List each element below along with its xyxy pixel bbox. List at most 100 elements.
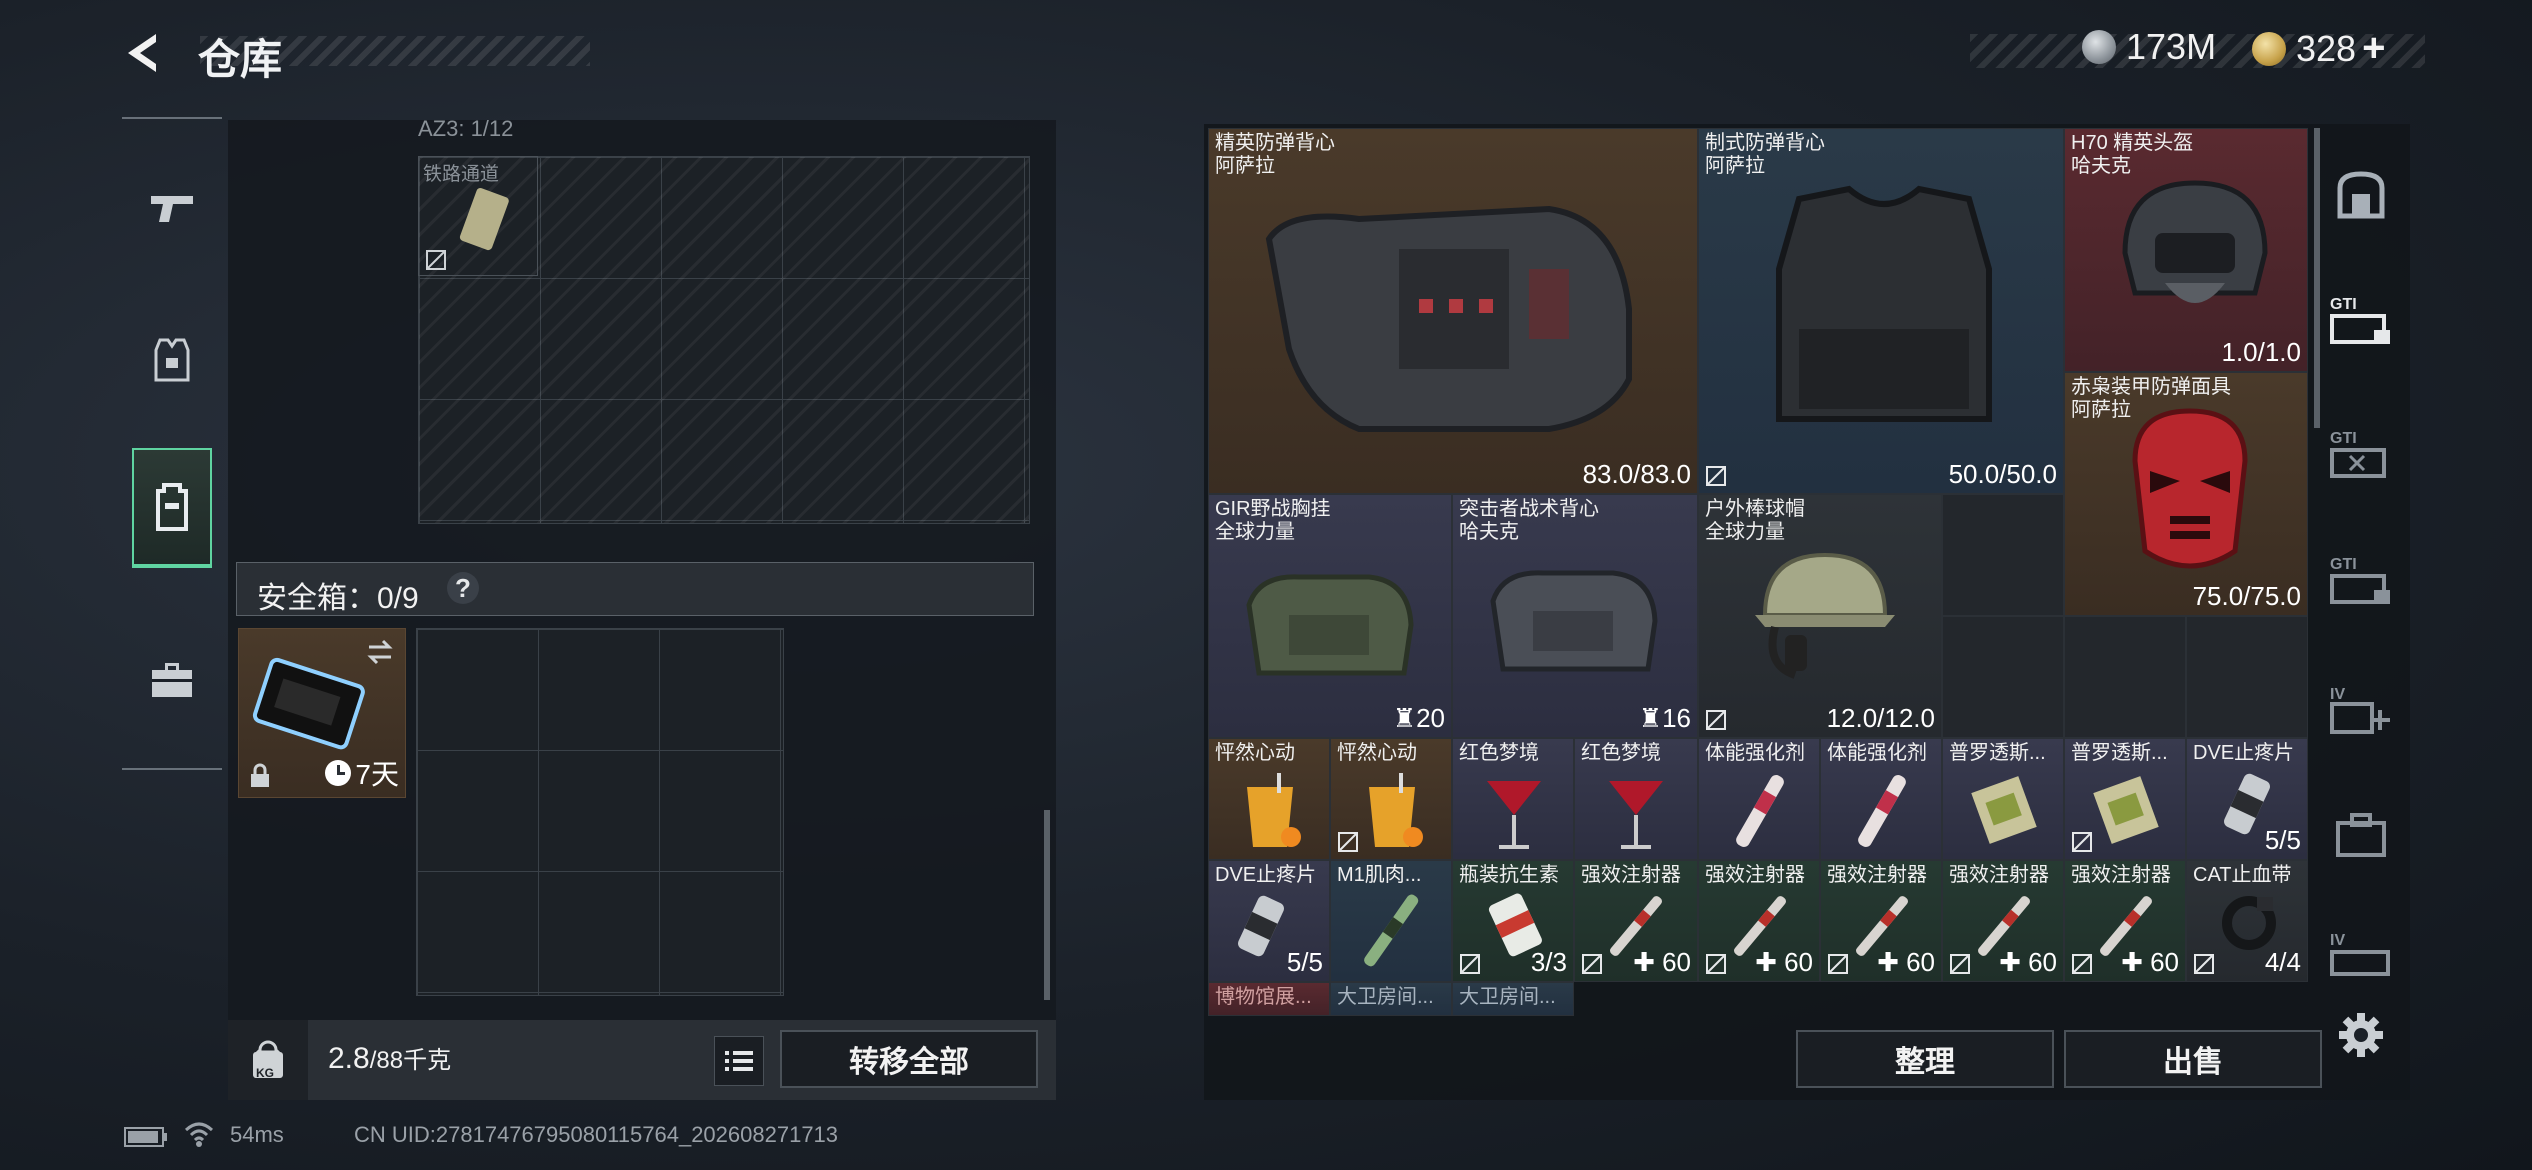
stash-item[interactable]: 普罗透斯... xyxy=(1942,738,2064,860)
case-icon xyxy=(2336,813,2386,857)
stash-item[interactable]: GIR野战胸挂 全球力量 ♜20 xyxy=(1208,494,1452,738)
left-panel-scrollbar[interactable] xyxy=(1044,810,1050,1000)
ping-readout: 54ms xyxy=(230,1122,284,1147)
empty-slot[interactable] xyxy=(2186,616,2308,738)
currency-coins: 173M xyxy=(2082,26,2216,68)
transfer-all-button[interactable]: 转移全部 xyxy=(780,1030,1038,1088)
item-name: 怦然心动 xyxy=(1337,742,1417,764)
currency-premium-value: 328 xyxy=(2296,27,2357,69)
back-arrow-icon xyxy=(128,34,156,72)
rail-medical-storage[interactable]: IV xyxy=(2326,676,2396,746)
clock-icon xyxy=(325,760,352,786)
stash-item[interactable]: CAT止血带 4/4 xyxy=(2186,860,2308,982)
stash-item[interactable]: 强效注射器 ✚ 60 xyxy=(1574,860,1698,982)
item-heal: ✚ 60 xyxy=(2121,947,2179,977)
no-save-icon xyxy=(2194,954,2214,974)
stash-item[interactable]: 瓶装抗生素 3/3 xyxy=(1452,860,1574,982)
stash-item[interactable]: 大卫房间... xyxy=(1452,982,1574,1016)
stash-item[interactable]: 博物馆展... xyxy=(1208,982,1330,1016)
empty-slot[interactable] xyxy=(1942,616,2064,738)
rail-case-storage[interactable] xyxy=(2326,800,2396,870)
item-name: 突击者战术背心 哈夫克 xyxy=(1459,498,1599,543)
stash-item[interactable]: 强效注射器 ✚ 60 xyxy=(2064,860,2186,982)
item-durability: 1.0/1.0 xyxy=(2221,337,2301,367)
stash-item[interactable]: 体能强化剂 xyxy=(1698,738,1820,860)
page-title: 仓库 xyxy=(198,36,283,83)
no-save-icon xyxy=(1706,954,1726,974)
stash-item[interactable]: DVE止疼片 5/5 xyxy=(1208,860,1330,982)
rail-briefcase[interactable] xyxy=(132,620,212,740)
armored-mask-icon xyxy=(2132,408,2248,569)
list-view-button[interactable] xyxy=(714,1036,764,1086)
stash-item[interactable]: DVE止疼片 5/5 xyxy=(2186,738,2308,860)
rail-storage-1[interactable]: GTI xyxy=(2326,286,2396,356)
rail-storage-4[interactable]: IV xyxy=(2326,920,2396,990)
rail-stash-tab[interactable] xyxy=(2326,160,2396,230)
stash-item[interactable]: 体能强化剂 xyxy=(1820,738,1942,860)
rail-storage-2[interactable]: GTI xyxy=(2326,420,2396,490)
container-item-slot[interactable]: 铁路通道 xyxy=(418,156,538,276)
stash-item[interactable]: 精英防弹背心 阿萨拉 83.0/83.0 xyxy=(1208,128,1698,494)
item-capacity: ♜16 xyxy=(1638,703,1691,733)
no-save-icon xyxy=(2072,954,2092,974)
stash-item[interactable]: 普罗透斯... xyxy=(2064,738,2186,860)
safebox-grid[interactable] xyxy=(416,628,784,996)
item-name: 红色梦境 xyxy=(1459,742,1539,764)
stash-item[interactable]: 强效注射器 ✚ 60 xyxy=(1698,860,1820,982)
item-count: 4/4 xyxy=(2264,947,2301,977)
rail-storage-3[interactable]: GTI xyxy=(2326,546,2396,616)
stash-item[interactable]: 红色梦境 xyxy=(1574,738,1698,860)
chest-rig-icon xyxy=(1246,574,1414,676)
stash-item[interactable]: 怦然心动 xyxy=(1208,738,1330,860)
stash-item[interactable]: H70 精英头盔 哈夫克 1.0/1.0 xyxy=(2064,128,2308,372)
stash-scrollbar[interactable] xyxy=(2314,128,2320,428)
currency-coins-value: 173M xyxy=(2126,26,2217,67)
rail-weapons[interactable] xyxy=(132,150,212,270)
stash-item[interactable]: 强效注射器 ✚ 60 xyxy=(1942,860,2064,982)
pistol-icon xyxy=(151,196,193,222)
empty-slot[interactable] xyxy=(2064,616,2186,738)
gear-icon xyxy=(2339,1013,2383,1057)
stash-item[interactable]: M1肌肉... xyxy=(1330,860,1452,982)
currency-premium: 328 + xyxy=(2252,26,2385,71)
item-name: 怦然心动 xyxy=(1215,742,1295,764)
safebox-item[interactable]: 7天 xyxy=(238,628,406,798)
item-name: 强效注射器 xyxy=(1581,864,1681,886)
weight-value: 2.8 xyxy=(328,1042,370,1075)
sort-button[interactable]: 整理 xyxy=(1796,1030,2054,1088)
premium-coin-icon xyxy=(2252,31,2286,66)
item-name: 普罗透斯... xyxy=(2071,742,2168,764)
no-save-icon xyxy=(1706,466,1726,486)
item-name: 大卫房间... xyxy=(1337,986,1434,1008)
item-capacity: ♜20 xyxy=(1392,703,1445,733)
rail-equipment[interactable] xyxy=(132,300,212,420)
item-durability: 12.0/12.0 xyxy=(1826,703,1935,733)
stimulant-icon xyxy=(1736,775,1784,847)
stash-item[interactable]: 户外棒球帽 全球力量 12.0/12.0 xyxy=(1698,494,1942,738)
stash-item[interactable]: 怦然心动 xyxy=(1330,738,1452,860)
stash-item[interactable]: 大卫房间... xyxy=(1330,982,1452,1016)
storage-box-icon xyxy=(2330,448,2386,478)
stash-item[interactable]: 突击者战术背心 哈夫克 ♜16 xyxy=(1452,494,1698,738)
settings-button[interactable] xyxy=(2326,1000,2396,1070)
back-button[interactable] xyxy=(120,28,170,78)
no-save-icon xyxy=(1706,710,1726,730)
item-name: H70 精英头盔 哈夫克 xyxy=(2071,132,2194,177)
item-name: 瓶装抗生素 xyxy=(1459,864,1559,886)
safebox-timer: 7天 xyxy=(325,753,399,793)
safebox-help-button[interactable]: ? xyxy=(447,572,479,604)
no-save-icon xyxy=(1582,954,1602,974)
cocktail-icon xyxy=(1487,781,1541,849)
add-currency-button[interactable]: + xyxy=(2362,26,2385,71)
rail-backpack[interactable] xyxy=(132,448,212,568)
item-name: DVE止疼片 xyxy=(2193,742,2295,764)
stash-item[interactable]: 赤枭装甲防弹面具 阿萨拉 75.0/75.0 xyxy=(2064,372,2308,616)
stash-item[interactable]: 强效注射器 ✚ 60 xyxy=(1820,860,1942,982)
storage-box-icon xyxy=(2330,950,2390,976)
sell-button[interactable]: 出售 xyxy=(2064,1030,2322,1088)
storage-box-icon xyxy=(2330,314,2390,344)
empty-slot[interactable] xyxy=(1942,494,2064,616)
stash-item[interactable]: 红色梦境 xyxy=(1452,738,1574,860)
stash-item[interactable]: 制式防弹背心 阿萨拉 50.0/50.0 xyxy=(1698,128,2064,494)
item-name: CAT止血带 xyxy=(2193,864,2292,886)
